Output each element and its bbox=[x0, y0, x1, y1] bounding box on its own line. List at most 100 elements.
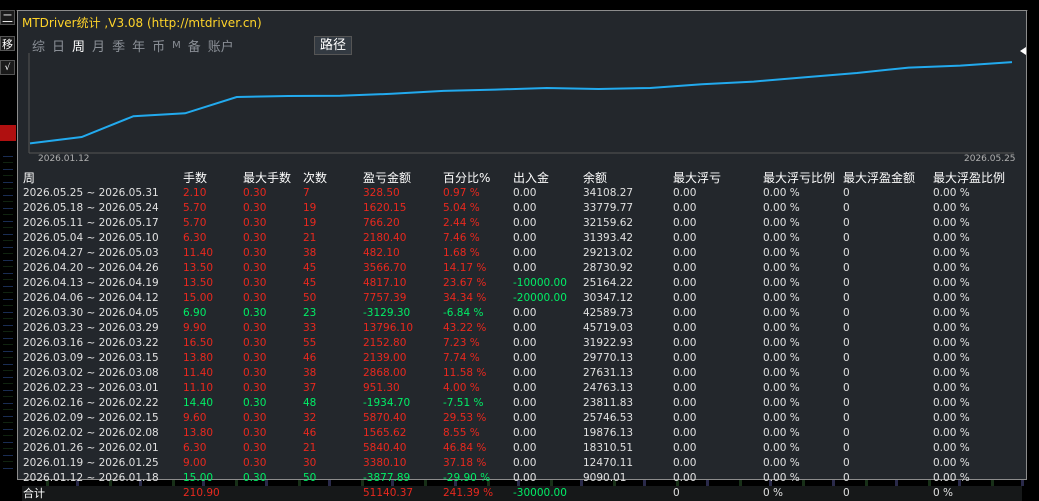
row-count: 38 bbox=[303, 247, 317, 259]
row-pnl: 2868.00 bbox=[363, 367, 407, 379]
row-count: 50 bbox=[303, 472, 317, 484]
row-max-float-profit-pct: 0.00 % bbox=[933, 187, 970, 199]
row-flow: 0.00 bbox=[513, 232, 537, 244]
row-max-float-profit-pct: 0.00 % bbox=[933, 397, 970, 409]
row-max-float-profit-pct: 0.00 % bbox=[933, 232, 970, 244]
row-max-drawdown: 0.00 bbox=[673, 337, 697, 349]
header-balance: 余额 bbox=[583, 171, 608, 185]
row-max-float-profit: 0 bbox=[843, 352, 850, 364]
row-max-float-profit-pct: 0.00 % bbox=[933, 427, 970, 439]
row-max-float-profit: 0 bbox=[843, 427, 850, 439]
row-pnl: -1934.70 bbox=[363, 397, 411, 409]
table-row: 2026.03.30 ~ 2026.04.05 6.90 0.30 23 -3129.3… bbox=[22, 306, 1022, 321]
table-row: 2026.03.23 ~ 2026.03.29 9.90 0.30 33 13796.1… bbox=[22, 321, 1022, 336]
row-max-drawdown-pct: 0.00 % bbox=[763, 337, 800, 349]
row-pct: 7.46 % bbox=[443, 232, 480, 244]
row-pct: 7.74 % bbox=[443, 352, 480, 364]
tab-year[interactable]: 年 bbox=[132, 36, 145, 55]
strip-background-bars bbox=[3, 150, 13, 470]
tab-quarter[interactable]: 季 bbox=[112, 36, 125, 55]
row-flow: -20000.00 bbox=[513, 292, 567, 304]
row-max-drawdown: 0.00 bbox=[673, 202, 697, 214]
row-max-float-profit: 0 bbox=[843, 382, 850, 394]
row-pnl: 13796.10 bbox=[363, 322, 414, 334]
tab-backup[interactable]: 备 bbox=[188, 36, 201, 55]
row-week: 2026.05.25 ~ 2026.05.31 bbox=[23, 187, 159, 199]
row-balance: 24763.13 bbox=[583, 382, 634, 394]
row-count: 7 bbox=[303, 187, 310, 199]
row-max-drawdown-pct: 0.00 % bbox=[763, 442, 800, 454]
row-pnl: 1565.62 bbox=[363, 427, 407, 439]
row-pnl: 7757.39 bbox=[363, 292, 407, 304]
row-flow: 0.00 bbox=[513, 202, 537, 214]
strip-button-1[interactable]: 二 bbox=[0, 10, 15, 25]
row-max-drawdown-pct: 0.00 % bbox=[763, 247, 800, 259]
row-balance: 19876.13 bbox=[583, 427, 634, 439]
tab-day[interactable]: 日 bbox=[52, 36, 65, 55]
row-max-lots: 0.30 bbox=[243, 397, 267, 409]
row-count: 32 bbox=[303, 412, 317, 424]
row-week: 2026.05.18 ~ 2026.05.24 bbox=[23, 202, 159, 214]
tab-currency[interactable]: 币 bbox=[152, 36, 165, 55]
row-max-float-profit-pct: 0.00 % bbox=[933, 262, 970, 274]
row-balance: 31922.93 bbox=[583, 337, 634, 349]
row-pnl: 2180.40 bbox=[363, 232, 407, 244]
row-pnl: 5870.40 bbox=[363, 412, 407, 424]
tab-week[interactable]: 周 bbox=[72, 36, 85, 55]
row-pct: 11.58 % bbox=[443, 367, 487, 379]
header-week: 周 bbox=[23, 171, 36, 185]
strip-check-button[interactable]: √ bbox=[0, 60, 15, 75]
row-max-lots: 0.30 bbox=[243, 382, 267, 394]
row-max-drawdown: 0.00 bbox=[673, 232, 697, 244]
row-week: 2026.03.09 ~ 2026.03.15 bbox=[23, 352, 159, 364]
row-max-drawdown: 0.00 bbox=[673, 322, 697, 334]
table-row: 2026.05.04 ~ 2026.05.10 6.30 0.30 21 2180.40… bbox=[22, 231, 1022, 246]
row-week: 2026.04.13 ~ 2026.04.19 bbox=[23, 277, 159, 289]
row-lots: 14.40 bbox=[183, 397, 214, 409]
table-row: 2026.03.09 ~ 2026.03.15 13.80 0.30 46 2139.0… bbox=[22, 351, 1022, 366]
tab-account[interactable]: 账户 bbox=[208, 36, 234, 55]
row-pct: 46.84 % bbox=[443, 442, 487, 454]
row-max-drawdown-pct: 0.00 % bbox=[763, 262, 800, 274]
row-flow: 0.00 bbox=[513, 442, 537, 454]
row-balance: 18310.51 bbox=[583, 442, 634, 454]
row-lots: 16.50 bbox=[183, 337, 214, 349]
table-row: 2026.04.27 ~ 2026.05.03 11.40 0.30 38 482.10… bbox=[22, 246, 1022, 261]
row-week: 2026.03.02 ~ 2026.03.08 bbox=[23, 367, 159, 379]
row-max-float-profit: 0 bbox=[843, 322, 850, 334]
row-balance: 45719.03 bbox=[583, 322, 634, 334]
row-week: 2026.05.11 ~ 2026.05.17 bbox=[23, 217, 159, 229]
table-row: 2026.04.20 ~ 2026.04.26 13.50 0.30 45 3566.7… bbox=[22, 261, 1022, 276]
table-row: 2026.02.09 ~ 2026.02.15 9.60 0.30 32 5870.40… bbox=[22, 411, 1022, 426]
row-pct: 4.00 % bbox=[443, 382, 480, 394]
row-max-float-profit: 0 bbox=[843, 232, 850, 244]
header-count: 次数 bbox=[303, 171, 328, 185]
table-row: 2026.01.19 ~ 2026.01.25 9.00 0.30 30 3380.10… bbox=[22, 456, 1022, 471]
total-lots: 210.90 bbox=[183, 487, 220, 499]
total-max-drawdown-pct: 0 % bbox=[763, 487, 783, 499]
row-lots: 6.30 bbox=[183, 442, 207, 454]
strip-button-2[interactable]: 移 bbox=[0, 36, 15, 51]
row-pct: 8.55 % bbox=[443, 427, 480, 439]
row-max-lots: 0.30 bbox=[243, 337, 267, 349]
row-max-lots: 0.30 bbox=[243, 262, 267, 274]
row-balance: 34108.27 bbox=[583, 187, 634, 199]
tab-month[interactable]: 月 bbox=[92, 36, 105, 55]
scroll-marker-icon[interactable] bbox=[1020, 47, 1026, 55]
row-balance: 29213.02 bbox=[583, 247, 634, 259]
row-max-drawdown: 0.00 bbox=[673, 427, 697, 439]
row-pct: 34.34 % bbox=[443, 292, 487, 304]
row-flow: 0.00 bbox=[513, 472, 537, 484]
row-max-float-profit: 0 bbox=[843, 412, 850, 424]
row-pnl: 1620.15 bbox=[363, 202, 407, 214]
row-max-lots: 0.30 bbox=[243, 187, 267, 199]
row-flow: 0.00 bbox=[513, 457, 537, 469]
tab-summary[interactable]: 综 bbox=[32, 36, 45, 55]
row-pct: 5.04 % bbox=[443, 202, 480, 214]
row-balance: 25746.53 bbox=[583, 412, 634, 424]
row-pct: 7.23 % bbox=[443, 337, 480, 349]
tab-m[interactable]: M bbox=[172, 40, 181, 51]
header-max-lots: 最大手数 bbox=[243, 171, 292, 185]
row-max-drawdown: 0.00 bbox=[673, 247, 697, 259]
row-lots: 6.90 bbox=[183, 307, 207, 319]
